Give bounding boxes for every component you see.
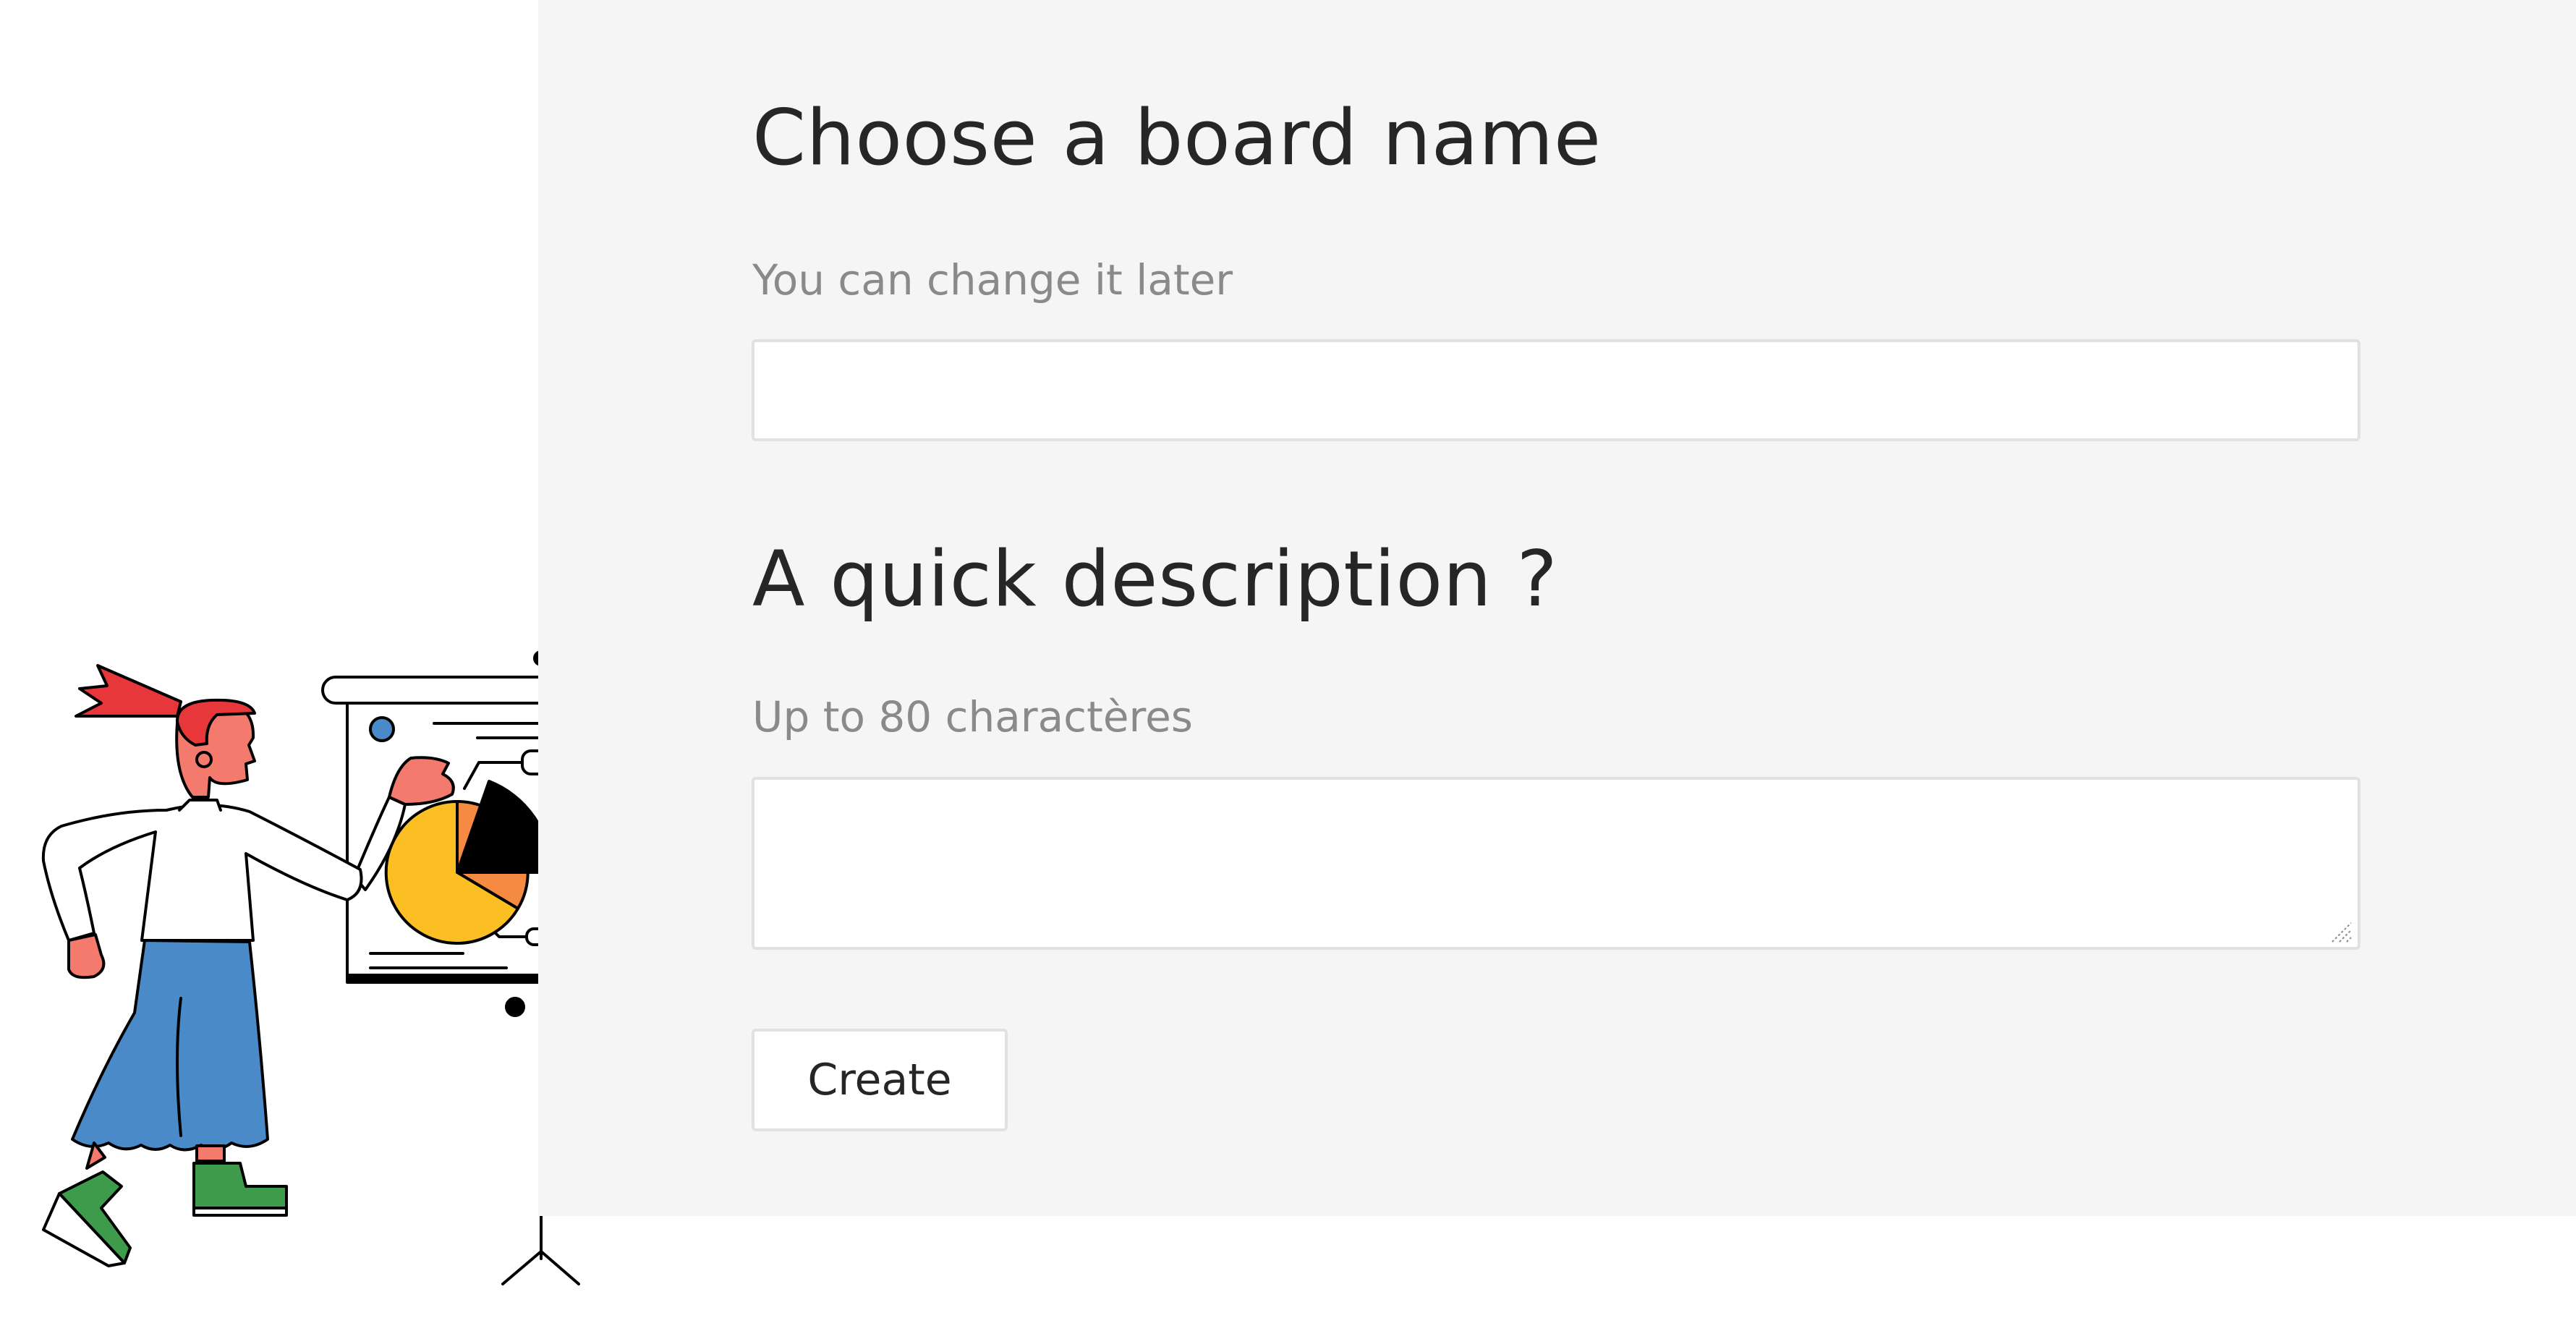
description-hint: Up to 80 charactères: [752, 692, 1193, 741]
resize-grip-icon[interactable]: [2331, 922, 2352, 943]
board-name-heading: Choose a board name: [752, 93, 1602, 182]
board-name-hint: You can change it later: [752, 255, 1233, 305]
page: Choose a board name You can change it la…: [0, 0, 2576, 1331]
description-heading: A quick description ?: [752, 535, 1558, 624]
create-button[interactable]: Create: [752, 1029, 1008, 1131]
board-name-input[interactable]: [752, 339, 2360, 441]
description-textarea[interactable]: [752, 777, 2360, 950]
